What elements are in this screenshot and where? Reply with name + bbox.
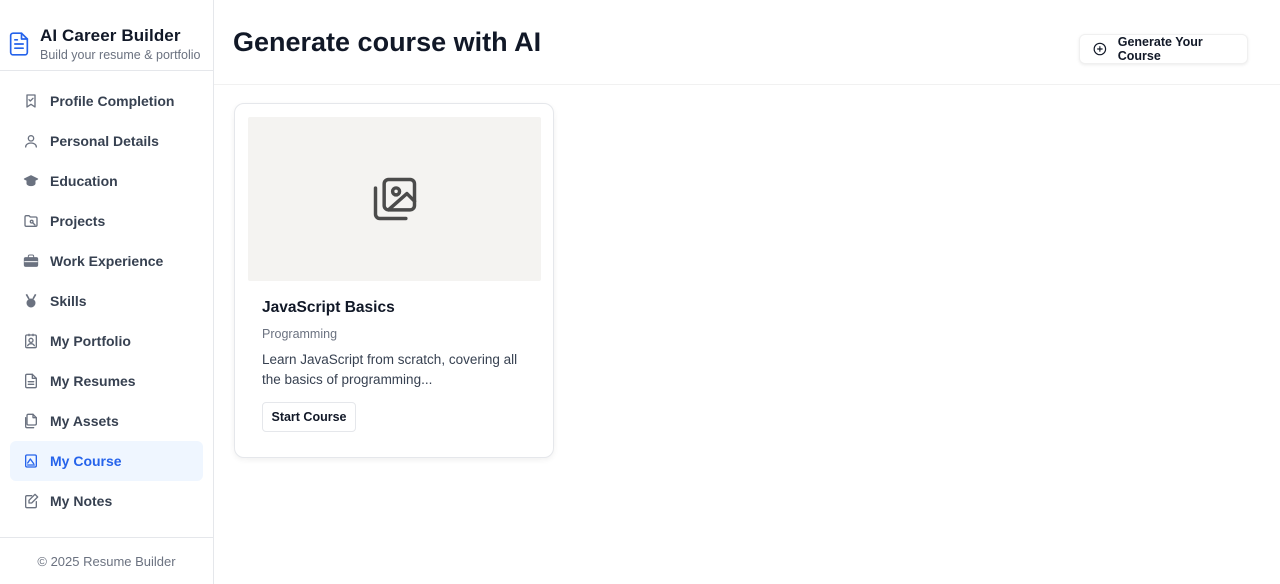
file-text-icon xyxy=(9,32,29,56)
sidebar-item-label: Profile Completion xyxy=(50,93,175,109)
sidebar-item-label: Personal Details xyxy=(50,133,159,149)
page-title: Generate course with AI xyxy=(233,27,542,57)
graduation-cap-icon xyxy=(23,173,39,189)
sidebar-item-my-notes[interactable]: My Notes xyxy=(10,481,203,521)
sidebar-item-label: Work Experience xyxy=(50,253,164,269)
folder-git-icon xyxy=(23,213,39,229)
sidebar: AI Career Builder Build your resume & po… xyxy=(0,0,214,584)
sidebar-item-label: My Resumes xyxy=(50,373,136,389)
generate-course-button[interactable]: Generate Your Course xyxy=(1079,34,1248,64)
file-text-icon xyxy=(23,373,39,389)
course-title: JavaScript Basics xyxy=(262,299,395,316)
page-header: Generate course with AI Generate Your Co… xyxy=(214,0,1280,85)
generate-course-label: Generate Your Course xyxy=(1117,35,1203,63)
course-category: Programming xyxy=(262,327,338,341)
sidebar-item-label: My Notes xyxy=(50,493,113,509)
sidebar-item-my-assets[interactable]: My Assets xyxy=(10,401,203,441)
course-description: Learn JavaScript from scratch, covering … xyxy=(262,352,518,387)
sidebar-item-personal-details[interactable]: Personal Details xyxy=(10,121,203,161)
contact-icon xyxy=(23,333,39,349)
plus-circle-icon xyxy=(1093,42,1107,56)
sidebar-item-label: Skills xyxy=(50,293,87,309)
main-content: Generate course with AI Generate Your Co… xyxy=(214,0,1280,584)
sidebar-item-my-course[interactable]: My Course xyxy=(10,441,203,481)
sidebar-item-my-portfolio[interactable]: My Portfolio xyxy=(10,321,203,361)
app-title: AI Career Builder xyxy=(40,26,181,45)
app-subtitle: Build your resume & portfolio xyxy=(40,48,201,62)
sidebar-item-work-experience[interactable]: Work Experience xyxy=(10,241,203,281)
sidebar-footer: © 2025 Resume Builder xyxy=(0,537,213,584)
user-icon xyxy=(23,133,39,149)
book-image-icon xyxy=(23,453,39,469)
sidebar-item-skills[interactable]: Skills xyxy=(10,281,203,321)
files-icon xyxy=(23,413,39,429)
sidebar-item-my-resumes[interactable]: My Resumes xyxy=(10,361,203,401)
sidebar-item-label: Education xyxy=(50,173,118,189)
sidebar-item-label: Projects xyxy=(50,213,106,229)
sidebar-item-label: My Assets xyxy=(50,413,119,429)
briefcase-icon xyxy=(23,253,39,269)
notebook-pen-icon xyxy=(23,493,39,509)
sidebar-item-education[interactable]: Education xyxy=(10,161,203,201)
sidebar-item-label: My Portfolio xyxy=(50,333,131,349)
sidebar-item-profile-completion[interactable]: Profile Completion xyxy=(10,81,203,121)
sidebar-item-projects[interactable]: Projects xyxy=(10,201,203,241)
sidebar-item-label: My Course xyxy=(50,453,122,469)
brand-header: AI Career Builder Build your resume & po… xyxy=(0,0,213,71)
medal-icon xyxy=(23,293,39,309)
course-thumbnail xyxy=(248,117,541,281)
bookmark-icon xyxy=(23,93,39,109)
start-course-button[interactable]: Start Course xyxy=(262,402,356,432)
sidebar-nav: Profile Completion Personal Details Educ… xyxy=(10,81,203,521)
images-icon xyxy=(373,177,416,221)
course-card: JavaScript Basics Programming Learn Java… xyxy=(234,103,554,458)
